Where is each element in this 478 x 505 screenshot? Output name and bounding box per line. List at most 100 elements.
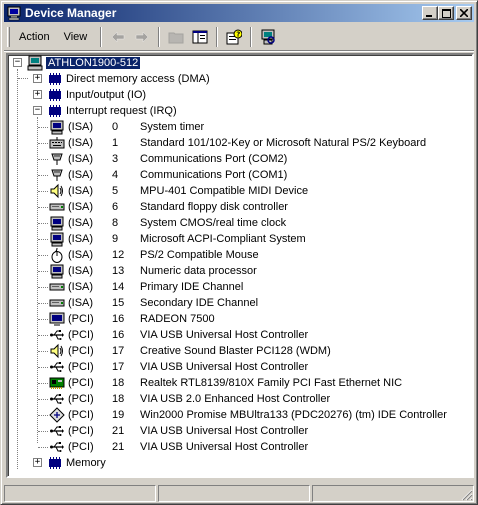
- tree-connector: [38, 447, 48, 448]
- toolbar-separator: [100, 27, 103, 47]
- irq-device-row[interactable]: (PCI) 21 VIA USB Universal Host Controller: [49, 439, 308, 455]
- irq-bus-type: (PCI): [68, 313, 94, 325]
- irq-bus-type: (ISA): [68, 265, 94, 277]
- maximize-button[interactable]: [438, 6, 454, 20]
- scan-hardware-button[interactable]: [257, 27, 279, 47]
- tree-connector: [38, 303, 48, 304]
- irq-number: 17: [112, 345, 125, 357]
- category-expand-toggle[interactable]: +: [33, 458, 42, 467]
- irq-device-name: Standard 101/102-Key or Microsoft Natura…: [140, 137, 427, 149]
- irq-device-row[interactable]: (ISA) 8 System CMOS/real time clock: [49, 215, 286, 231]
- category-memory-label: Memory: [66, 457, 106, 469]
- resize-grip-icon[interactable]: [461, 489, 473, 501]
- irq-device-row[interactable]: (PCI) 19 Win2000 Promise MBUltra133 (PDC20…: [49, 407, 447, 423]
- irq-device-name: VIA USB Universal Host Controller: [140, 441, 309, 453]
- device-tree[interactable]: − ATHLON1900-512 + Direct memory access …: [6, 53, 474, 478]
- mouse-icon: [51, 247, 63, 263]
- irq-device-name: Standard floppy disk controller: [140, 201, 288, 213]
- tree-connector: [38, 143, 48, 144]
- category-memory[interactable]: Memory: [47, 455, 106, 471]
- status-panel: [4, 485, 156, 502]
- irq-device-row[interactable]: (ISA) 5 MPU-401 Compatible MIDI Device: [49, 183, 308, 199]
- irq-device-row[interactable]: (ISA) 12 PS/2 Compatible Mouse: [49, 247, 259, 263]
- irq-device-row[interactable]: (PCI) 18 VIA USB 2.0 Enhanced Host Control…: [49, 391, 330, 407]
- back-button[interactable]: [107, 27, 129, 47]
- menu-action[interactable]: Action: [14, 29, 55, 45]
- irq-bus-type: (ISA): [68, 169, 94, 181]
- irq-number: 8: [112, 217, 119, 229]
- toolbar-separator: [216, 27, 219, 47]
- toolbar-grip[interactable]: [7, 27, 10, 47]
- tree-connector: [38, 239, 48, 240]
- tree-root-label: ATHLON1900-512: [46, 57, 141, 69]
- chip-icon: [49, 457, 61, 469]
- irq-bus-type: (ISA): [68, 201, 94, 213]
- irq-device-name: MPU-401 Compatible MIDI Device: [140, 185, 309, 197]
- category-irq[interactable]: Interrupt request (IRQ): [47, 103, 177, 119]
- irq-number: 16: [112, 313, 125, 325]
- up-level-button[interactable]: [165, 27, 187, 47]
- tree-connector: [38, 415, 48, 416]
- system-device-icon: [50, 232, 64, 247]
- system-device-icon: [50, 216, 64, 231]
- irq-bus-type: (ISA): [68, 297, 94, 309]
- forward-button[interactable]: [131, 27, 153, 47]
- tree-root[interactable]: ATHLON1900-512: [27, 55, 141, 71]
- irq-number: 18: [112, 377, 125, 389]
- irq-device-row[interactable]: (PCI) 21 VIA USB Universal Host Controller: [49, 423, 308, 439]
- irq-device-name: Communications Port (COM1): [140, 169, 288, 181]
- root-collapse-toggle[interactable]: −: [13, 58, 22, 67]
- status-panel: [158, 485, 310, 502]
- category-expand-toggle[interactable]: +: [33, 90, 42, 99]
- irq-device-name: VIA USB Universal Host Controller: [140, 425, 309, 437]
- irq-device-name: Communications Port (COM2): [140, 153, 288, 165]
- toolbar-separator: [158, 27, 161, 47]
- category-expand-toggle[interactable]: +: [33, 74, 42, 83]
- irq-device-row[interactable]: (ISA) 14 Primary IDE Channel: [49, 279, 243, 295]
- category-io[interactable]: Input/output (IO): [47, 87, 146, 103]
- irq-number: 13: [112, 265, 125, 277]
- irq-device-row[interactable]: (PCI) 16 RADEON 7500: [49, 311, 215, 327]
- irq-device-row[interactable]: (ISA) 13 Numeric data processor: [49, 263, 257, 279]
- tree-connector: [38, 431, 48, 432]
- irq-bus-type: (ISA): [68, 121, 94, 133]
- irq-device-name: Secondary IDE Channel: [140, 297, 259, 309]
- properties-button[interactable]: ?: [223, 27, 245, 47]
- irq-device-row[interactable]: (PCI) 18 Realtek RTL8139/810X Family PCI F…: [49, 375, 402, 391]
- properties-help-icon: ?: [226, 29, 243, 45]
- usb-icon: [50, 330, 64, 340]
- svg-text:?: ?: [236, 31, 240, 39]
- title-bar[interactable]: Device Manager: [4, 4, 474, 22]
- irq-device-row[interactable]: (ISA) 15 Secondary IDE Channel: [49, 295, 258, 311]
- irq-number: 1: [112, 137, 119, 149]
- category-collapse-toggle[interactable]: −: [33, 106, 42, 115]
- console-tree-icon: [192, 30, 208, 44]
- irq-device-row[interactable]: (PCI) 17 VIA USB Universal Host Controller: [49, 359, 308, 375]
- disk-controller-icon: [49, 299, 65, 307]
- tree-connector: [38, 223, 48, 224]
- menu-view[interactable]: View: [59, 29, 93, 45]
- close-button[interactable]: [456, 6, 472, 20]
- tree-connector: [38, 319, 48, 320]
- irq-number: 6: [112, 201, 119, 213]
- irq-device-row[interactable]: (ISA) 3 Communications Port (COM2): [49, 151, 287, 167]
- tree-connector: [38, 351, 48, 352]
- show-hide-tree-button[interactable]: [189, 27, 211, 47]
- irq-bus-type: (PCI): [68, 329, 94, 341]
- usb-icon: [50, 362, 64, 372]
- irq-device-row[interactable]: (PCI) 17 Creative Sound Blaster PCI128 (WD…: [49, 343, 331, 359]
- irq-device-row[interactable]: (PCI) 16 VIA USB Universal Host Controller: [49, 327, 308, 343]
- minimize-button[interactable]: [422, 6, 438, 20]
- irq-bus-type: (PCI): [68, 441, 94, 453]
- keyboard-icon: [49, 137, 65, 149]
- irq-device-row[interactable]: (ISA) 1 Standard 101/102-Key or Microsoft …: [49, 135, 426, 151]
- irq-device-row[interactable]: (ISA) 0 System timer: [49, 119, 204, 135]
- irq-number: 3: [112, 153, 119, 165]
- category-dma[interactable]: Direct memory access (DMA): [47, 71, 210, 87]
- irq-number: 15: [112, 297, 125, 309]
- irq-bus-type: (ISA): [68, 249, 94, 261]
- irq-device-row[interactable]: (ISA) 4 Communications Port (COM1): [49, 167, 287, 183]
- irq-device-row[interactable]: (ISA) 6 Standard floppy disk controller: [49, 199, 288, 215]
- irq-device-row[interactable]: (ISA) 9 Microsoft ACPI-Compliant System: [49, 231, 306, 247]
- irq-bus-type: (PCI): [68, 425, 94, 437]
